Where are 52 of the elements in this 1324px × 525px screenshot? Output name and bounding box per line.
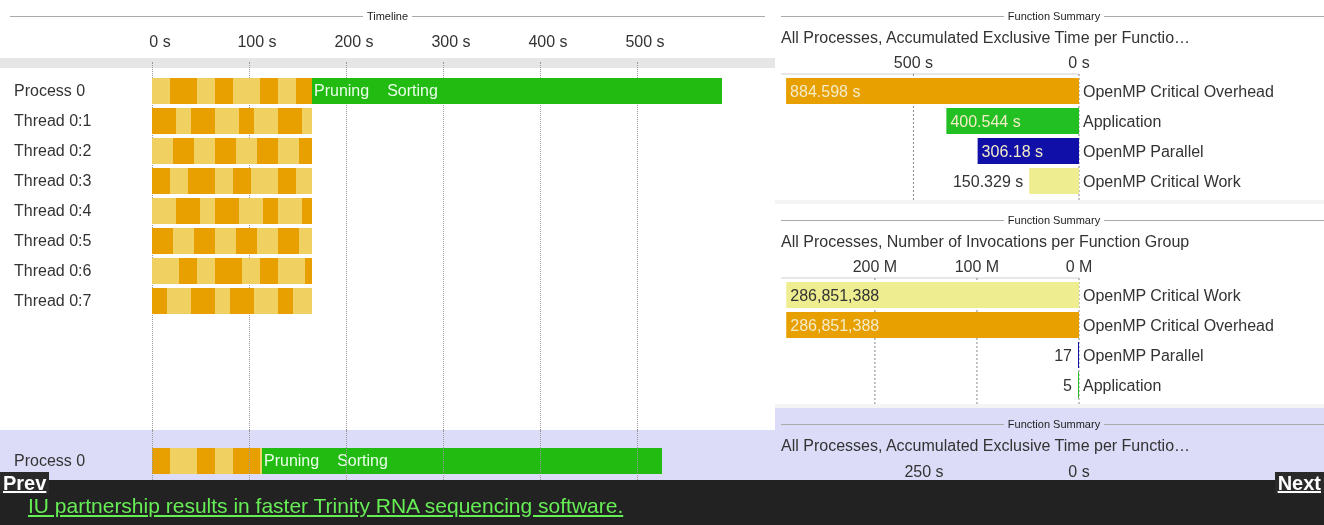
axis-tick-label: 250 s <box>904 462 944 482</box>
axis-tick-label: 500 s <box>893 54 933 71</box>
axis-tick-label: 0 s <box>1068 462 1090 482</box>
chart-title: All Processes, Accumulated Exclusive Time per Functio… <box>781 436 1192 456</box>
panel-header: Function Summary <box>1007 416 1101 432</box>
category-label: OpenMP Critical Work <box>1083 287 1241 304</box>
value-label: 400.544 s <box>950 113 1021 130</box>
axis-tick-label: 500 s <box>625 32 665 52</box>
value-label: 286,851,388 <box>790 317 880 334</box>
segment-label: Sorting <box>337 451 388 471</box>
axis-tick-label: 100 M <box>954 258 1000 275</box>
summary-bar <box>1029 168 1079 194</box>
value-label: 884.598 s <box>790 83 861 100</box>
panel-header: Function Summary <box>1007 8 1101 24</box>
category-label: OpenMP Critical Overhead <box>1083 83 1274 100</box>
segment-label: Sorting <box>387 81 438 101</box>
row-label: Thread 0:4 <box>13 201 93 221</box>
axis-tick-label: 0 s <box>1068 54 1090 71</box>
category-label: OpenMP Parallel <box>1083 143 1204 160</box>
axis-tick-label: 100 s <box>237 32 277 52</box>
chart-title: All Processes, Number of Invocations per Function Group <box>781 232 1191 252</box>
panel-header: Function Summary <box>1007 212 1101 228</box>
prev-link[interactable]: Prev <box>0 472 50 494</box>
row-label: Thread 0:3 <box>13 171 93 191</box>
category-label: OpenMP Critical Work <box>1083 173 1241 190</box>
category-label: Application <box>1083 113 1162 130</box>
axis-tick-label: 200 s <box>334 32 374 52</box>
panel-header: Timeline <box>366 8 409 24</box>
next-link[interactable]: Next <box>1274 472 1324 494</box>
row-label: Process 0 <box>13 81 87 101</box>
value-label: 306.18 s <box>981 143 1043 160</box>
segment-label: Pruning <box>264 451 320 471</box>
value-label: 286,851,388 <box>790 287 880 304</box>
category-label: OpenMP Parallel <box>1083 347 1204 364</box>
category-label: OpenMP Critical Overhead <box>1083 317 1274 334</box>
axis-tick-label: 200 M <box>852 258 898 275</box>
row-label: Thread 0:2 <box>13 141 93 161</box>
category-label: Application <box>1083 377 1162 394</box>
axis-tick-label: 400 s <box>528 32 568 52</box>
row-label: Thread 0:5 <box>13 231 93 251</box>
value-label: 150.329 s <box>952 173 1024 190</box>
row-label: Thread 0:7 <box>13 291 93 311</box>
value-label: 17 <box>1054 347 1072 364</box>
segment-label: Pruning <box>314 81 370 101</box>
row-label: Process 0 <box>13 451 87 471</box>
axis-tick-label: 0 s <box>149 32 171 52</box>
row-label: Thread 0:6 <box>13 261 93 281</box>
chart-title: All Processes, Accumulated Exclusive Time per Functio… <box>781 28 1192 48</box>
axis-tick-label: 300 s <box>431 32 471 52</box>
row-label: Thread 0:1 <box>13 111 93 131</box>
axis-tick-label: 0 M <box>1065 258 1093 275</box>
value-label: 5 <box>1063 377 1072 394</box>
